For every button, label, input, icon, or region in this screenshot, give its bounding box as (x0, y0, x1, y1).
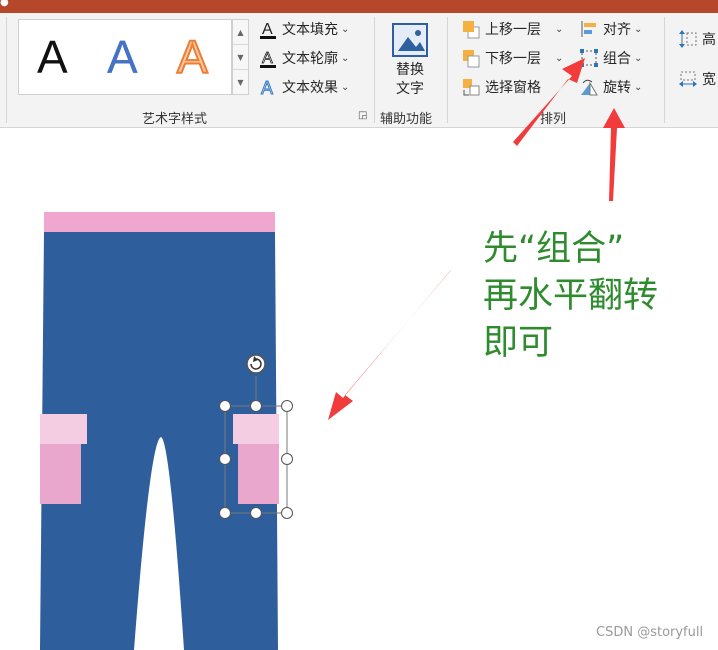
arrow-to-pocket-icon (328, 269, 452, 420)
annotation-line-2: 再水平翻转 (483, 276, 659, 316)
resize-handle-nw[interactable] (219, 400, 231, 412)
arrow-to-group-icon (513, 58, 585, 146)
rotate-handle-ring (246, 354, 266, 374)
watermark: CSDN @storyfull (596, 625, 704, 640)
left-pocket-flap-shape[interactable] (40, 414, 87, 444)
annotation-line-3: 即可 (483, 323, 554, 363)
rotate-handle-icon[interactable] (246, 354, 266, 374)
left-pocket-shape[interactable] (40, 443, 81, 504)
right-pocket-flap-shape[interactable] (233, 414, 279, 444)
resize-handle-ne[interactable] (281, 400, 293, 412)
annotation-text: 先“组合” 再水平翻转 即可 (483, 226, 658, 367)
right-pocket-shape[interactable] (238, 443, 279, 504)
annotation-line-1: 先“组合” (483, 229, 625, 269)
resize-handle-s[interactable] (250, 507, 262, 519)
resize-handle-e[interactable] (281, 453, 293, 465)
resize-handle-sw[interactable] (219, 507, 231, 519)
resize-handle-w[interactable] (219, 453, 231, 465)
resize-handle-n[interactable] (250, 400, 262, 412)
resize-handle-se[interactable] (281, 507, 293, 519)
arrow-to-rotate-icon (603, 108, 625, 201)
waistband-shape[interactable] (44, 212, 275, 232)
